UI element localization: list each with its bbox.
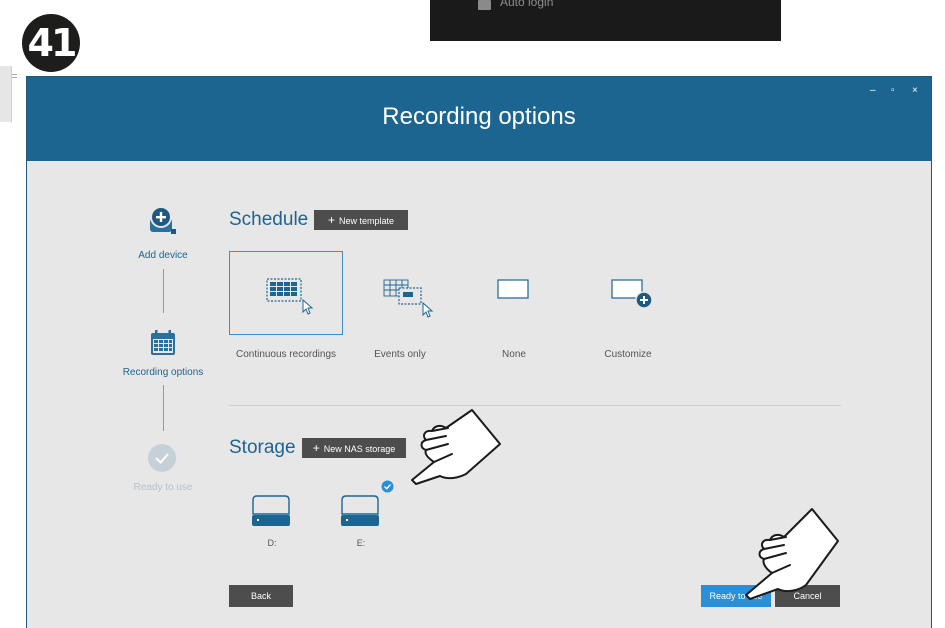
option-label-events-only: Events only [374, 349, 426, 360]
hard-drive-icon [341, 495, 379, 526]
drive-label-d: D: [267, 538, 277, 548]
new-template-button[interactable]: + New template [314, 210, 408, 230]
window-title: Recording options [382, 103, 576, 130]
check-circle-icon [147, 443, 177, 473]
add-device-icon [147, 204, 182, 239]
title-bar: Recording options – ▫ × [27, 77, 931, 161]
option-label-none: None [502, 349, 526, 360]
auto-login-label: Auto login [500, 0, 554, 9]
step-number-badge: 41 [22, 14, 80, 72]
close-button[interactable]: × [912, 85, 918, 96]
new-nas-storage-label: New NAS storage [323, 444, 396, 454]
selected-check-icon [381, 480, 394, 493]
background-window-fragment [0, 66, 17, 122]
option-label-continuous: Continuous recordings [235, 349, 337, 360]
pointing-hand-icon [404, 404, 504, 486]
step-label-add-device: Add device [138, 250, 188, 261]
maximize-button[interactable]: ▫ [891, 85, 895, 96]
new-template-label: New template [338, 216, 395, 226]
empty-box-icon [497, 279, 529, 299]
option-customize[interactable] [571, 251, 685, 335]
hard-drive-icon [252, 495, 290, 526]
drive-d[interactable] [251, 494, 293, 528]
plus-icon: + [312, 441, 320, 455]
option-none[interactable] [457, 251, 571, 335]
drive-e[interactable] [340, 494, 382, 528]
plus-icon: + [327, 213, 335, 227]
login-panel-fragment: Auto login [430, 0, 781, 41]
drive-label-e: E: [356, 538, 366, 548]
step-label-recording-options: Recording options [122, 367, 204, 378]
events-grid-icon [383, 279, 434, 318]
section-divider [229, 405, 841, 406]
auto-login-checkbox[interactable] [478, 0, 491, 10]
customize-add-icon [611, 279, 653, 309]
schedule-heading: Schedule [229, 209, 309, 230]
back-button[interactable]: Back [229, 585, 293, 607]
option-continuous-recordings[interactable] [229, 251, 343, 335]
option-events-only[interactable] [343, 251, 457, 335]
calendar-icon [149, 330, 177, 356]
step-connector [163, 269, 164, 313]
step-label-ready-to-use: Ready to use [133, 482, 193, 493]
storage-heading: Storage [229, 437, 296, 458]
option-label-customize: Customize [604, 349, 652, 360]
step-connector [163, 385, 164, 431]
pointing-hand-icon [740, 505, 844, 601]
continuous-grid-icon [266, 278, 314, 315]
minimize-button[interactable]: – [870, 85, 876, 96]
new-nas-storage-button[interactable]: + New NAS storage [302, 438, 406, 458]
